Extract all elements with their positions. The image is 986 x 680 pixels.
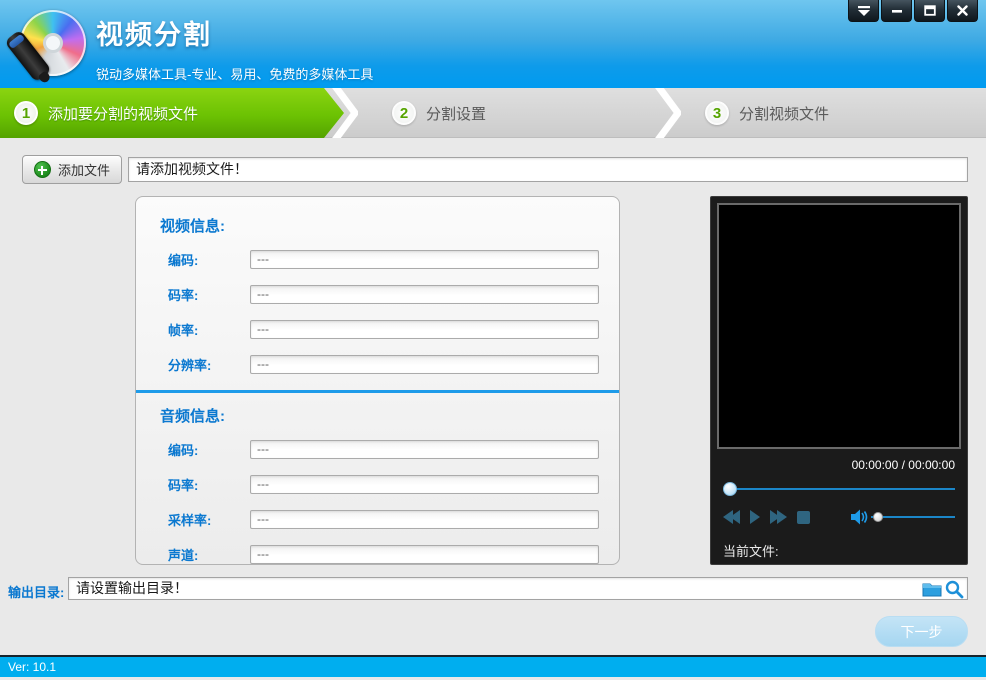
add-plus-icon [34,161,51,178]
video-resolution-value: --- [250,355,599,374]
step-3-label: 分割视频文件 [739,103,829,124]
media-info-panel: 视频信息: 编码: --- 码率: --- 帧率: --- 分辨率: --- 音… [135,196,620,565]
video-info-row-framerate: 帧率: --- [158,320,599,339]
audio-samplerate-value: --- [250,510,599,529]
maximize-icon [924,5,936,16]
title-block: 视频分割 锐动多媒体工具-专业、易用、免费的多媒体工具 [96,13,373,83]
version-text: Ver: 10.1 [8,660,56,674]
step-1-number: 1 [14,101,38,125]
seek-thumb[interactable] [723,482,737,496]
folder-icon[interactable] [921,580,943,598]
stop-button[interactable] [797,511,810,524]
video-info-row-resolution: 分辨率: --- [158,355,599,374]
volume-thumb[interactable] [873,512,883,522]
app-window: 视频分割 锐动多媒体工具-专业、易用、免费的多媒体工具 [0,0,986,680]
step-1-label: 添加要分割的视频文件 [48,103,198,124]
rewind-button[interactable] [723,510,740,524]
video-codec-value: --- [250,250,599,269]
seek-track [723,488,955,490]
audio-info-row-bitrate: 码率: --- [158,475,599,494]
video-bitrate-label: 码率: [158,285,250,304]
preview-player-panel: 00:00:00 / 00:00:00 [710,196,968,565]
header: 视频分割 锐动多媒体工具-专业、易用、免费的多媒体工具 [0,0,986,88]
chevron-separator-icon [655,88,681,138]
play-button[interactable] [750,510,760,524]
time-display: 00:00:00 / 00:00:00 [711,455,967,472]
video-info-title: 视频信息: [160,215,599,236]
window-controls [848,0,978,22]
add-file-button[interactable]: 添加文件 [22,155,122,184]
video-framerate-label: 帧率: [158,320,250,339]
app-subtitle: 锐动多媒体工具-专业、易用、免费的多媒体工具 [96,64,373,83]
output-dir-value: 请设置输出目录！ [76,580,188,596]
app-title: 视频分割 [96,13,373,52]
audio-info-title: 音频信息: [160,405,599,426]
step-2-number: 2 [392,101,416,125]
play-icon [750,510,760,524]
audio-samplerate-label: 采样率: [158,510,250,529]
search-icon[interactable] [944,579,964,599]
volume-control [851,509,955,525]
volume-icon[interactable] [851,509,869,525]
volume-track [871,516,955,518]
tab-step-2-split-settings[interactable]: 2 分割设置 [392,88,486,138]
video-info-row-bitrate: 码率: --- [158,285,599,304]
current-file-label: 当前文件: [723,541,955,560]
step-3-number: 3 [705,101,729,125]
app-logo [12,4,94,84]
playback-controls [723,509,955,525]
audio-channels-label: 声道: [158,545,250,564]
chevron-down-icon [857,5,871,17]
stop-icon [797,511,810,524]
tab-step-3-split-files[interactable]: 3 分割视频文件 [705,88,829,138]
step-tabs: 1 添加要分割的视频文件 2 分割设置 3 分割视频文件 [0,88,986,138]
menu-button[interactable] [848,0,879,22]
video-preview-screen [717,203,961,449]
audio-codec-value: --- [250,440,599,459]
audio-bitrate-value: --- [250,475,599,494]
video-info-row-codec: 编码: --- [158,250,599,269]
add-file-button-label: 添加文件 [58,160,110,179]
audio-info-row-samplerate: 采样率: --- [158,510,599,529]
output-dir-icons [921,579,964,599]
fast-forward-icon [777,510,787,524]
step-2-label: 分割设置 [426,103,486,124]
fast-forward-button[interactable] [770,510,787,524]
file-list-field[interactable]: 请添加视频文件！ [128,157,968,182]
volume-slider[interactable] [871,512,955,522]
video-codec-label: 编码: [158,250,250,269]
section-divider [136,390,619,393]
audio-info-row-channels: 声道: --- [158,545,599,564]
audio-channels-value: --- [250,545,599,564]
video-framerate-value: --- [250,320,599,339]
minimize-button[interactable] [881,0,912,22]
rewind-icon [730,510,740,524]
audio-info-row-codec: 编码: --- [158,440,599,459]
minimize-icon [891,6,903,16]
tab-step-1-add-files[interactable]: 1 添加要分割的视频文件 [0,88,344,138]
output-dir-label: 输出目录: [8,582,64,601]
audio-bitrate-label: 码率: [158,475,250,494]
maximize-button[interactable] [914,0,945,22]
status-bar: Ver: 10.1 [0,657,986,677]
close-button[interactable] [947,0,978,22]
video-resolution-label: 分辨率: [158,355,250,374]
seek-slider[interactable] [723,482,955,496]
output-dir-field[interactable]: 请设置输出目录！ [68,577,968,600]
video-bitrate-value: --- [250,285,599,304]
close-icon [957,5,968,16]
next-step-button[interactable]: 下一步 [875,616,968,647]
audio-codec-label: 编码: [158,440,250,459]
